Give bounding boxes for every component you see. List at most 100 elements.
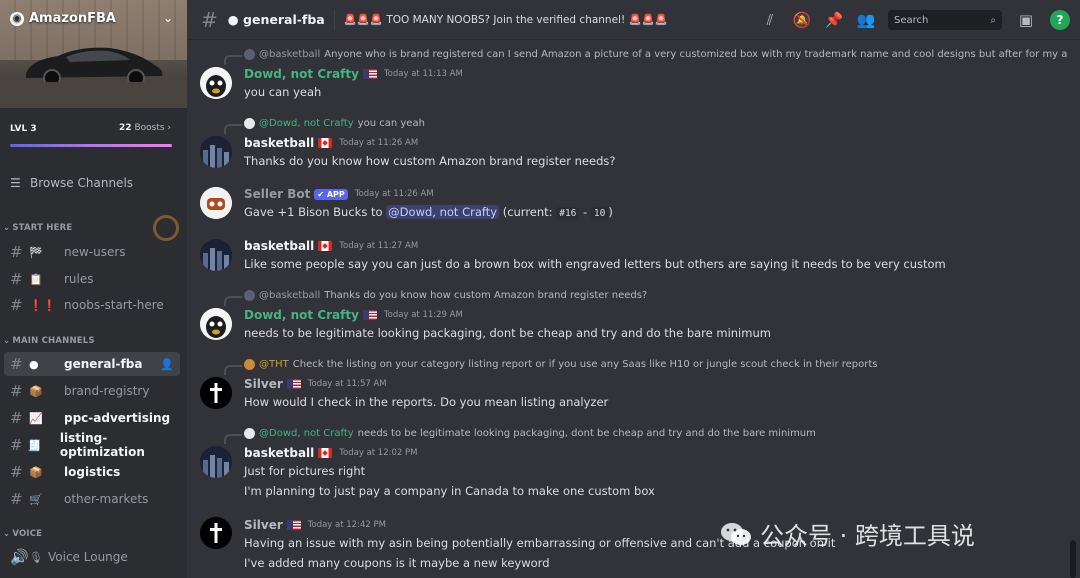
channel-other-markets[interactable]: # 🛒 other-markets	[4, 487, 180, 511]
reply-author: @Dowd, not Crafty	[259, 428, 354, 439]
channel-listing-optimization[interactable]: # 🧾 listing-optimization	[4, 431, 180, 459]
members-icon[interactable]: 👥	[850, 11, 882, 29]
category-label: VOICE	[12, 529, 43, 539]
message-author[interactable]: Dowd, not Crafty Today at 11:29 AM	[244, 308, 463, 322]
timestamp: Today at 11:29 AM	[383, 310, 463, 320]
message-author[interactable]: basketball Today at 12:02 PM	[244, 446, 417, 460]
wechat-icon	[721, 522, 751, 545]
message-text: I'm planning to just pay a company in Ca…	[244, 484, 655, 498]
us-flag-icon	[362, 69, 377, 79]
discord-app: ◉ AmazonFBA ⌄ LVL 3 22 Boosts › ☰ Browse…	[0, 0, 1080, 578]
chevron-down-icon[interactable]: ⌄	[163, 11, 173, 25]
channel-emoji: 📋	[29, 272, 43, 286]
server-name[interactable]: ◉ AmazonFBA	[10, 11, 116, 26]
search-input[interactable]: Search ⌕	[888, 10, 1002, 30]
timestamp: Today at 12:42 PM	[307, 520, 386, 530]
author-name: Seller Bot	[244, 187, 311, 201]
channel-brand-registry[interactable]: # 📦 brand-registry	[4, 379, 180, 403]
browse-channels[interactable]: ☰ Browse Channels	[10, 176, 133, 190]
avatar[interactable]	[200, 517, 232, 549]
channel-label: new-users	[64, 245, 126, 259]
avatar[interactable]	[200, 136, 232, 168]
hash-icon: #	[10, 409, 23, 427]
channel-label: logistics	[64, 465, 121, 479]
timestamp: Today at 11:57 AM	[307, 379, 387, 389]
message-list: @basketball Anyone who is brand registere…	[187, 40, 1067, 578]
message-text: I've added many coupons is it maybe a ne…	[244, 556, 550, 570]
channel-ppc-advertising[interactable]: # 📈 ppc-advertising	[4, 406, 180, 430]
pin-icon[interactable]: 📌	[818, 11, 850, 29]
category-label: MAIN CHANNELS	[12, 336, 95, 346]
scrollbar[interactable]	[1070, 540, 1076, 578]
channel-label: Voice Lounge	[48, 550, 128, 564]
boost-count-label: Boosts	[134, 123, 165, 133]
channel-title: ● general-fba	[228, 12, 325, 27]
reply-text: Thanks do you know how custom Amazon bra…	[324, 290, 648, 301]
category-main-channels[interactable]: ⌄ MAIN CHANNELS	[3, 336, 95, 346]
mini-avatar	[244, 49, 255, 60]
inline-code: 10	[590, 207, 609, 220]
help-icon[interactable]: ?	[1050, 10, 1070, 30]
inbox-icon[interactable]: ▣	[1010, 11, 1042, 29]
message-author[interactable]: basketball Today at 11:27 AM	[244, 239, 418, 253]
avatar[interactable]	[200, 308, 232, 340]
reply-author: @basketball	[259, 290, 321, 301]
reply-preview[interactable]: @Dowd, not Crafty you can yeah	[224, 118, 425, 134]
search-icon: ⌕	[990, 14, 996, 26]
avatar[interactable]	[200, 446, 232, 478]
channel-new-users[interactable]: # 🏁 new-users	[4, 240, 180, 264]
canada-flag-icon	[318, 241, 333, 251]
channel-prefix: ●	[227, 12, 239, 27]
server-banner[interactable]: ◉ AmazonFBA ⌄	[0, 0, 187, 108]
mini-avatar	[244, 359, 255, 370]
reply-preview[interactable]: @Dowd, not Crafty needs to be legitimate …	[224, 428, 816, 444]
us-flag-icon	[362, 310, 377, 320]
browse-channels-label: Browse Channels	[30, 176, 134, 190]
mini-avatar	[244, 428, 255, 439]
chevron-icon: ⌄	[3, 336, 11, 346]
reply-preview[interactable]: @basketball Anyone who is brand registere…	[224, 49, 1067, 65]
message-author[interactable]: Seller Bot ✔ APP Today at 11:26 AM	[244, 187, 434, 201]
author-name: basketball	[244, 239, 315, 253]
category-start-here[interactable]: ⌄ START HERE	[3, 223, 72, 233]
category-voice[interactable]: ⌄ VOICE	[3, 529, 42, 539]
channel-topic[interactable]: 🚨🚨🚨 TOO MANY NOOBS? Join the verified ch…	[344, 13, 668, 26]
add-member-icon[interactable]: 👤	[160, 358, 174, 371]
message-author[interactable]: Silver Today at 12:42 PM	[244, 518, 386, 532]
watermark: 公众号 · 跨境工具说	[720, 516, 975, 551]
avatar[interactable]	[200, 239, 232, 271]
reply-preview[interactable]: @THT Check the listing on your category l…	[224, 359, 878, 375]
channel-noobs-start-here[interactable]: # ❗❗ noobs-start-here	[4, 293, 180, 317]
activity-ring-icon	[153, 215, 179, 241]
mute-bell-icon[interactable]: 🔕	[786, 11, 818, 29]
reply-text: you can yeah	[357, 118, 425, 129]
message-author[interactable]: Dowd, not Crafty Today at 11:13 AM	[244, 67, 463, 81]
user-mention[interactable]: @Dowd, not Crafty	[386, 205, 500, 219]
message-author[interactable]: Silver Today at 11:57 AM	[244, 377, 387, 391]
reply-preview[interactable]: @basketball Thanks do you know how custom…	[224, 290, 648, 306]
cross-icon	[200, 517, 232, 549]
avatar[interactable]	[200, 377, 232, 409]
boost-count-value: 22	[119, 123, 132, 133]
reply-spine	[224, 296, 242, 306]
author-name: Silver	[244, 518, 283, 532]
boost-level: LVL 3	[10, 124, 37, 134]
avatar[interactable]	[200, 67, 232, 99]
server-name-label: AmazonFBA	[29, 11, 116, 26]
channel-logistics[interactable]: # 📦 logistics	[4, 460, 180, 484]
boost-progress[interactable]: LVL 3 22 Boosts ›	[0, 116, 187, 160]
channel-general-fba[interactable]: # ● general-fba 👤	[4, 352, 180, 376]
mic-icon: 🎙	[29, 550, 43, 564]
channel-rules[interactable]: # 📋 rules	[4, 267, 180, 291]
hash-icon: #	[10, 463, 23, 481]
channel-name: general-fba	[243, 12, 325, 27]
message-author[interactable]: basketball Today at 11:26 AM	[244, 136, 418, 150]
car-image	[26, 47, 163, 86]
channel-label: brand-registry	[64, 384, 150, 398]
reply-text: Anyone who is brand registered can I sen…	[324, 49, 1067, 60]
timestamp: Today at 11:26 AM	[354, 189, 434, 199]
channel-voice-lounge[interactable]: 🔊 🎙 Voice Lounge	[4, 545, 180, 569]
threads-icon[interactable]: ⫽	[754, 11, 786, 29]
author-name: Dowd, not Crafty	[244, 67, 359, 81]
bot-avatar[interactable]	[200, 187, 232, 219]
